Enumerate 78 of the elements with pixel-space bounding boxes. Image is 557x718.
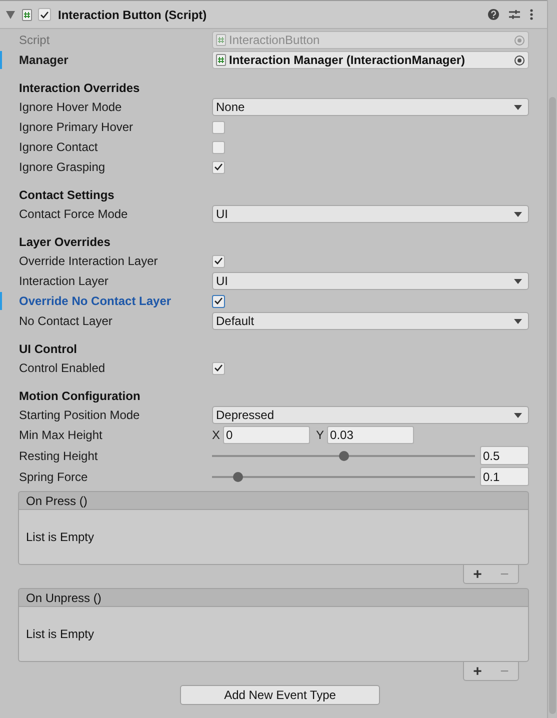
property-label: Min Max Height bbox=[19, 427, 102, 444]
add-event-button[interactable]: Add New Event Type bbox=[180, 685, 380, 705]
checkbox[interactable] bbox=[212, 294, 225, 308]
property-label: No Contact Layer bbox=[19, 313, 112, 330]
property-label: Override Interaction Layer bbox=[19, 253, 158, 270]
check-icon bbox=[214, 364, 223, 372]
scrollbar[interactable] bbox=[547, 0, 557, 718]
number-field[interactable]: 0.5 bbox=[480, 446, 529, 465]
property-label: Starting Position Mode bbox=[19, 407, 140, 424]
dropdown[interactable]: UI bbox=[212, 205, 529, 223]
section-header: Motion Configuration bbox=[19, 388, 140, 405]
property-label: Manager bbox=[19, 52, 68, 69]
check-icon bbox=[40, 10, 49, 18]
number-field[interactable]: 0.1 bbox=[480, 467, 529, 486]
add-button[interactable]: + bbox=[473, 566, 482, 582]
dropdown-arrow-icon bbox=[514, 412, 522, 418]
property-label: Ignore Grasping bbox=[19, 159, 106, 176]
dropdown[interactable]: Default bbox=[212, 312, 529, 330]
property-label: Ignore Contact bbox=[19, 139, 98, 156]
property-label: Ignore Primary Hover bbox=[19, 119, 134, 136]
property-label: Ignore Hover Mode bbox=[19, 99, 122, 116]
checkbox[interactable] bbox=[212, 140, 225, 154]
object-field[interactable]: Interaction Manager (InteractionManager) bbox=[212, 51, 529, 69]
section-header: Interaction Overrides bbox=[19, 80, 140, 97]
number-field[interactable]: 0 bbox=[223, 426, 310, 444]
dropdown-arrow-icon bbox=[514, 318, 522, 324]
checkbox[interactable] bbox=[212, 254, 225, 268]
axis-label: X bbox=[212, 427, 220, 444]
dropdown-value: UI bbox=[216, 273, 229, 290]
empty-list-text: List is Empty bbox=[26, 626, 94, 643]
more-options-icon[interactable] bbox=[530, 9, 533, 20]
check-icon bbox=[214, 257, 223, 265]
section-header: Contact Settings bbox=[19, 187, 114, 204]
dropdown[interactable]: Depressed bbox=[212, 406, 529, 424]
slider-thumb[interactable] bbox=[338, 450, 348, 460]
field-value: InteractionButton bbox=[229, 32, 321, 49]
property-label: Script bbox=[19, 32, 50, 49]
property-label: Spring Force bbox=[19, 468, 88, 486]
number-field[interactable]: 0.03 bbox=[327, 426, 414, 444]
script-icon bbox=[216, 54, 226, 66]
script-icon bbox=[216, 34, 226, 46]
settings-sliders-icon[interactable] bbox=[509, 9, 520, 20]
dropdown-value: UI bbox=[216, 206, 229, 223]
dropdown[interactable]: UI bbox=[212, 272, 529, 290]
help-icon[interactable] bbox=[488, 9, 499, 20]
dropdown[interactable]: None bbox=[212, 98, 529, 116]
add-button[interactable]: + bbox=[473, 664, 482, 678]
dropdown-value: Depressed bbox=[216, 407, 276, 424]
dropdown-arrow-icon bbox=[514, 104, 522, 110]
field-value: Interaction Manager (InteractionManager) bbox=[229, 52, 466, 69]
component-header[interactable]: Interaction Button (Script) bbox=[0, 0, 547, 29]
checkbox[interactable] bbox=[212, 362, 225, 374]
dropdown-arrow-icon bbox=[514, 278, 522, 284]
dropdown-arrow-icon bbox=[514, 212, 522, 216]
event-title: On Press () bbox=[26, 492, 88, 510]
target-icon bbox=[514, 34, 525, 46]
property-label: Contact Force Mode bbox=[19, 206, 128, 223]
property-label: Resting Height bbox=[19, 448, 98, 464]
property-label: Interaction Layer bbox=[19, 273, 108, 290]
property-label: Override No Contact Layer bbox=[19, 293, 172, 310]
event-title: On Unpress () bbox=[26, 590, 102, 606]
dropdown-value: Default bbox=[216, 313, 256, 330]
target-icon bbox=[514, 54, 525, 66]
component-title: Interaction Button (Script) bbox=[58, 6, 208, 24]
empty-list-text: List is Empty bbox=[26, 529, 94, 546]
property-label: Control Enabled bbox=[19, 360, 106, 377]
slider-thumb[interactable] bbox=[233, 472, 244, 482]
dropdown-value: None bbox=[216, 99, 246, 116]
script-icon bbox=[22, 8, 32, 20]
axis-label: Y bbox=[316, 427, 324, 444]
section-header: Layer Overrides bbox=[19, 234, 110, 251]
section-header: UI Control bbox=[19, 341, 77, 358]
foldout-arrow-icon[interactable] bbox=[6, 10, 15, 18]
checkbox[interactable] bbox=[38, 8, 51, 21]
checkbox[interactable] bbox=[212, 160, 225, 174]
checkbox[interactable] bbox=[212, 120, 225, 134]
check-icon bbox=[214, 297, 223, 305]
check-icon bbox=[214, 163, 223, 171]
